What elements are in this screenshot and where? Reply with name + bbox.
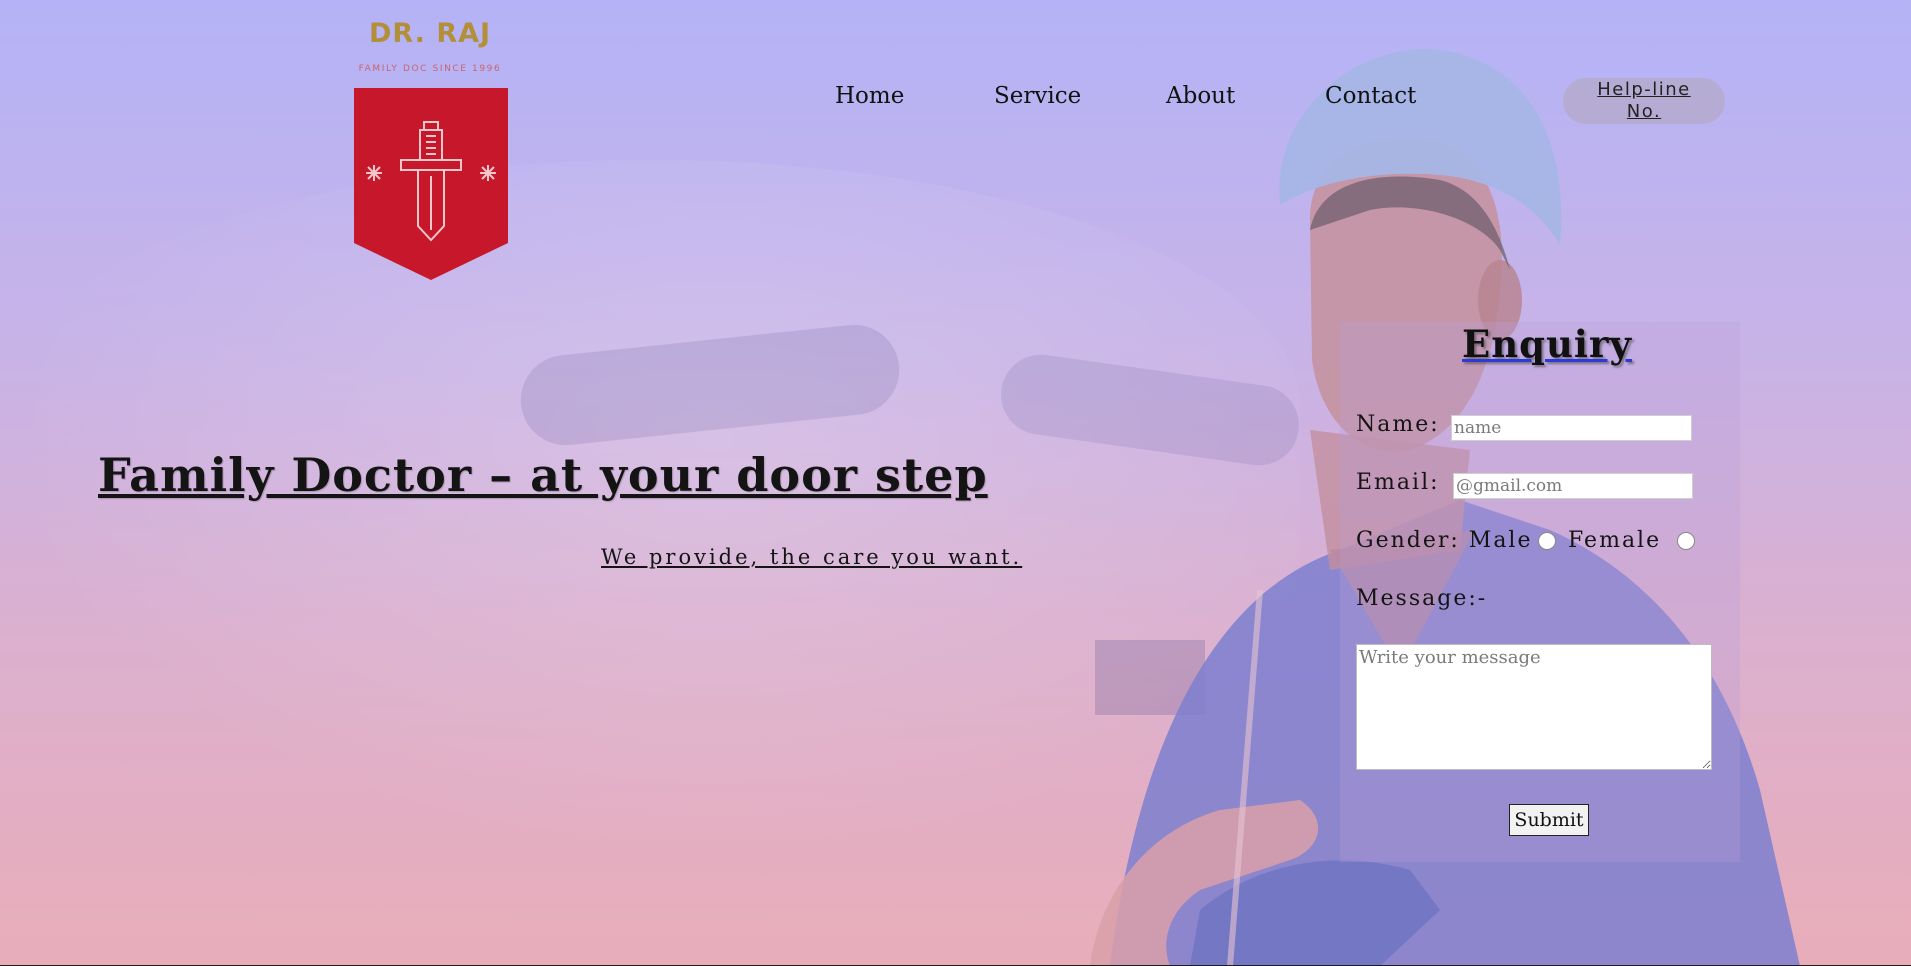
email-label: Email: [1356,470,1440,495]
hero-heading: Family Doctor – at your door step [98,448,988,502]
hero-subheading: We provide, the care you want. [601,545,1023,569]
gender-male-radio[interactable] [1538,532,1556,550]
name-input[interactable] [1451,415,1692,441]
nav-about-link[interactable]: About [1166,83,1235,109]
logo-tagline: FAMILY DOC SINCE 1996 [358,64,502,74]
nav-home-link[interactable]: Home [835,83,904,109]
logo-name: DR. RAJ [368,18,492,49]
name-label: Name: [1356,412,1440,437]
nav-service-link[interactable]: Service [994,83,1081,109]
helpline-label: Help-line No. [1597,79,1691,122]
message-label: Message:- [1356,586,1488,611]
hero-section: DR. RAJ FAMILY DOC SINCE 1996 Home Servi… [0,0,1911,965]
helpline-button[interactable]: Help-line No. [1563,78,1725,124]
sword-shield-icon [354,88,508,280]
enquiry-title: Enquiry [1462,322,1632,366]
email-input[interactable] [1453,473,1693,499]
submit-button[interactable]: Submit [1509,804,1589,836]
nav-contact-link[interactable]: Contact [1325,83,1416,109]
gender-female-label: Female [1568,528,1662,553]
logo[interactable]: DR. RAJ FAMILY DOC SINCE 1996 [350,18,510,280]
enquiry-form: Enquiry Name: Email: Gender: Male Female… [1340,322,1740,862]
gender-male-label: Gender: Male [1356,528,1533,553]
gender-female-radio[interactable] [1677,532,1695,550]
message-textarea[interactable] [1356,644,1712,770]
